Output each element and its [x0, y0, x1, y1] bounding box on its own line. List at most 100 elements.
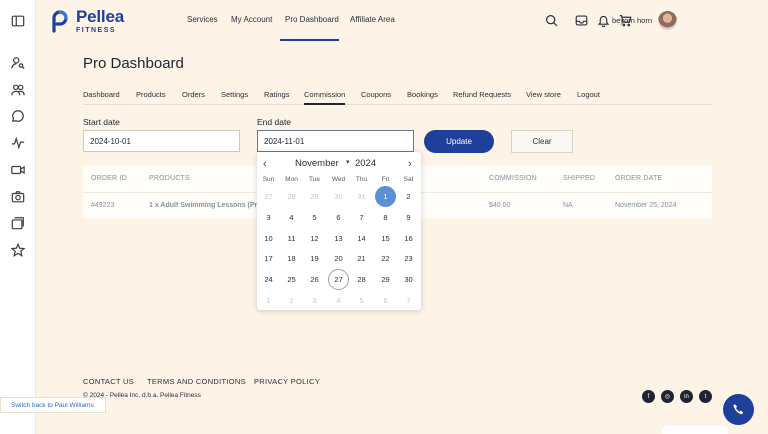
calendar-day[interactable]: 30 [398, 269, 419, 290]
search-icon[interactable] [545, 14, 558, 27]
calendar-day[interactable]: 11 [281, 228, 302, 249]
chat-widget[interactable] [662, 426, 728, 434]
tab-logout[interactable]: Logout [577, 90, 600, 99]
start-date-input[interactable]: 2024-10-01 [83, 130, 240, 152]
bell-icon[interactable] [597, 14, 610, 28]
calendar-day[interactable]: 15 [375, 228, 396, 249]
footer-privacy[interactable]: PRIVACY POLICY [254, 377, 320, 386]
tab-refund-requests[interactable]: Refund Requests [453, 90, 511, 99]
video-icon[interactable] [11, 163, 25, 177]
calendar-day[interactable]: 26 [304, 269, 325, 290]
footer-terms[interactable]: TERMS AND CONDITIONS [147, 377, 246, 386]
instagram-icon[interactable]: ◎ [661, 390, 674, 403]
copy-icon[interactable] [11, 216, 25, 230]
calendar-day[interactable]: 5 [304, 207, 325, 228]
calendar-day[interactable]: 29 [304, 186, 325, 207]
sidebar-toggle-icon[interactable] [11, 14, 25, 28]
next-month-icon[interactable]: › [408, 158, 412, 170]
calendar-day[interactable]: 4 [328, 290, 349, 311]
calendar-day[interactable]: 17 [258, 248, 279, 269]
prev-month-icon[interactable]: ‹ [263, 158, 267, 170]
facebook-icon[interactable]: f [642, 390, 655, 403]
calendar-day[interactable]: 6 [328, 207, 349, 228]
calendar-day[interactable]: 1 [258, 290, 279, 311]
calendar-day[interactable]: 27 [258, 186, 279, 207]
tab-products[interactable]: Products [136, 90, 166, 99]
calendar-day[interactable]: 14 [351, 228, 372, 249]
year-input[interactable]: 2024 [355, 158, 376, 169]
calendar-day[interactable]: 24 [258, 269, 279, 290]
end-date-input[interactable]: 2024-11-01 [257, 130, 414, 152]
left-sidebar [0, 0, 36, 434]
brand-logo[interactable]: Pellea FITNESS [48, 8, 124, 34]
tab-bookings[interactable]: Bookings [407, 90, 438, 99]
column-header-order-date: ORDER DATE [615, 175, 663, 182]
calendar-day[interactable]: 12 [304, 228, 325, 249]
clear-button[interactable]: Clear [511, 130, 573, 153]
calendar-day[interactable]: 25 [281, 269, 302, 290]
calendar-day[interactable]: 10 [258, 228, 279, 249]
month-select[interactable]: November [295, 158, 339, 169]
nav-my-account[interactable]: My Account [231, 15, 272, 24]
weekday-header: Fri [381, 176, 390, 183]
calendar-day[interactable]: 3 [304, 290, 325, 311]
calendar-day[interactable]: 9 [398, 207, 419, 228]
weekday-header: Wed [331, 176, 346, 183]
nav-pro-dashboard[interactable]: Pro Dashboard [285, 15, 339, 24]
update-button[interactable]: Update [424, 130, 494, 153]
calendar-day[interactable]: 18 [281, 248, 302, 269]
tab-orders[interactable]: Orders [182, 90, 205, 99]
calendar-day[interactable]: 2 [398, 186, 419, 207]
call-button[interactable] [723, 394, 754, 425]
calendar-day[interactable]: 19 [304, 248, 325, 269]
chat-icon[interactable] [11, 109, 25, 123]
brand-name: Pellea [76, 7, 124, 26]
star-icon[interactable] [11, 243, 25, 257]
calendar-day[interactable]: 7 [398, 290, 419, 311]
calendar-day[interactable]: 20 [328, 248, 349, 269]
calendar-day[interactable]: 6 [375, 290, 396, 311]
nav-affiliate-area[interactable]: Affiliate Area [350, 15, 395, 24]
cell-product[interactable]: 1 x Adult Swimming Lessons (Pri [149, 202, 259, 209]
footer-contact-us[interactable]: CONTACT US [83, 377, 134, 386]
calendar-day[interactable]: 8 [375, 207, 396, 228]
calendar-day[interactable]: 28 [281, 186, 302, 207]
calendar-day[interactable]: 16 [398, 228, 419, 249]
tab-dashboard[interactable]: Dashboard [83, 90, 120, 99]
tab-settings[interactable]: Settings [221, 90, 248, 99]
avatar[interactable] [658, 11, 677, 30]
user-name[interactable]: beyorn horn [612, 16, 652, 25]
chevron-down-icon[interactable]: ▾ [346, 158, 350, 166]
calendar-day[interactable]: 29 [375, 269, 396, 290]
activity-icon[interactable] [11, 136, 25, 150]
calendar-day[interactable]: 2 [281, 290, 302, 311]
weekday-header: Tue [309, 176, 320, 183]
calendar-day[interactable]: 13 [328, 228, 349, 249]
tab-coupons[interactable]: Coupons [361, 90, 391, 99]
switch-back-link[interactable]: Switch back to Paul Williams [0, 397, 106, 413]
calendar-day[interactable]: 3 [258, 207, 279, 228]
weekday-header: Thu [355, 176, 368, 183]
calendar-day[interactable]: 7 [351, 207, 372, 228]
tab-ratings[interactable]: Ratings [264, 90, 289, 99]
calendar-day[interactable]: 21 [351, 248, 372, 269]
calendar-day[interactable]: 22 [375, 248, 396, 269]
calendar-day[interactable]: 27 [328, 269, 349, 291]
calendar-day[interactable]: 5 [351, 290, 372, 311]
users-icon[interactable] [11, 83, 25, 97]
inbox-icon[interactable] [575, 14, 588, 27]
calendar-day[interactable]: 23 [398, 248, 419, 269]
user-search-icon[interactable] [11, 56, 25, 70]
camera-icon[interactable] [11, 190, 25, 204]
tab-view-store[interactable]: View store [526, 90, 561, 99]
cell-order-id[interactable]: #49223 [91, 202, 114, 209]
calendar-day[interactable]: 31 [351, 186, 372, 207]
calendar-day[interactable]: 1 [375, 186, 396, 207]
nav-services[interactable]: Services [187, 15, 218, 24]
twitter-icon[interactable]: t [699, 390, 712, 403]
linkedin-icon[interactable]: in [680, 390, 693, 403]
calendar-day[interactable]: 30 [328, 186, 349, 207]
calendar-day[interactable]: 4 [281, 207, 302, 228]
tab-commission[interactable]: Commission [304, 90, 345, 99]
calendar-day[interactable]: 28 [351, 269, 372, 290]
